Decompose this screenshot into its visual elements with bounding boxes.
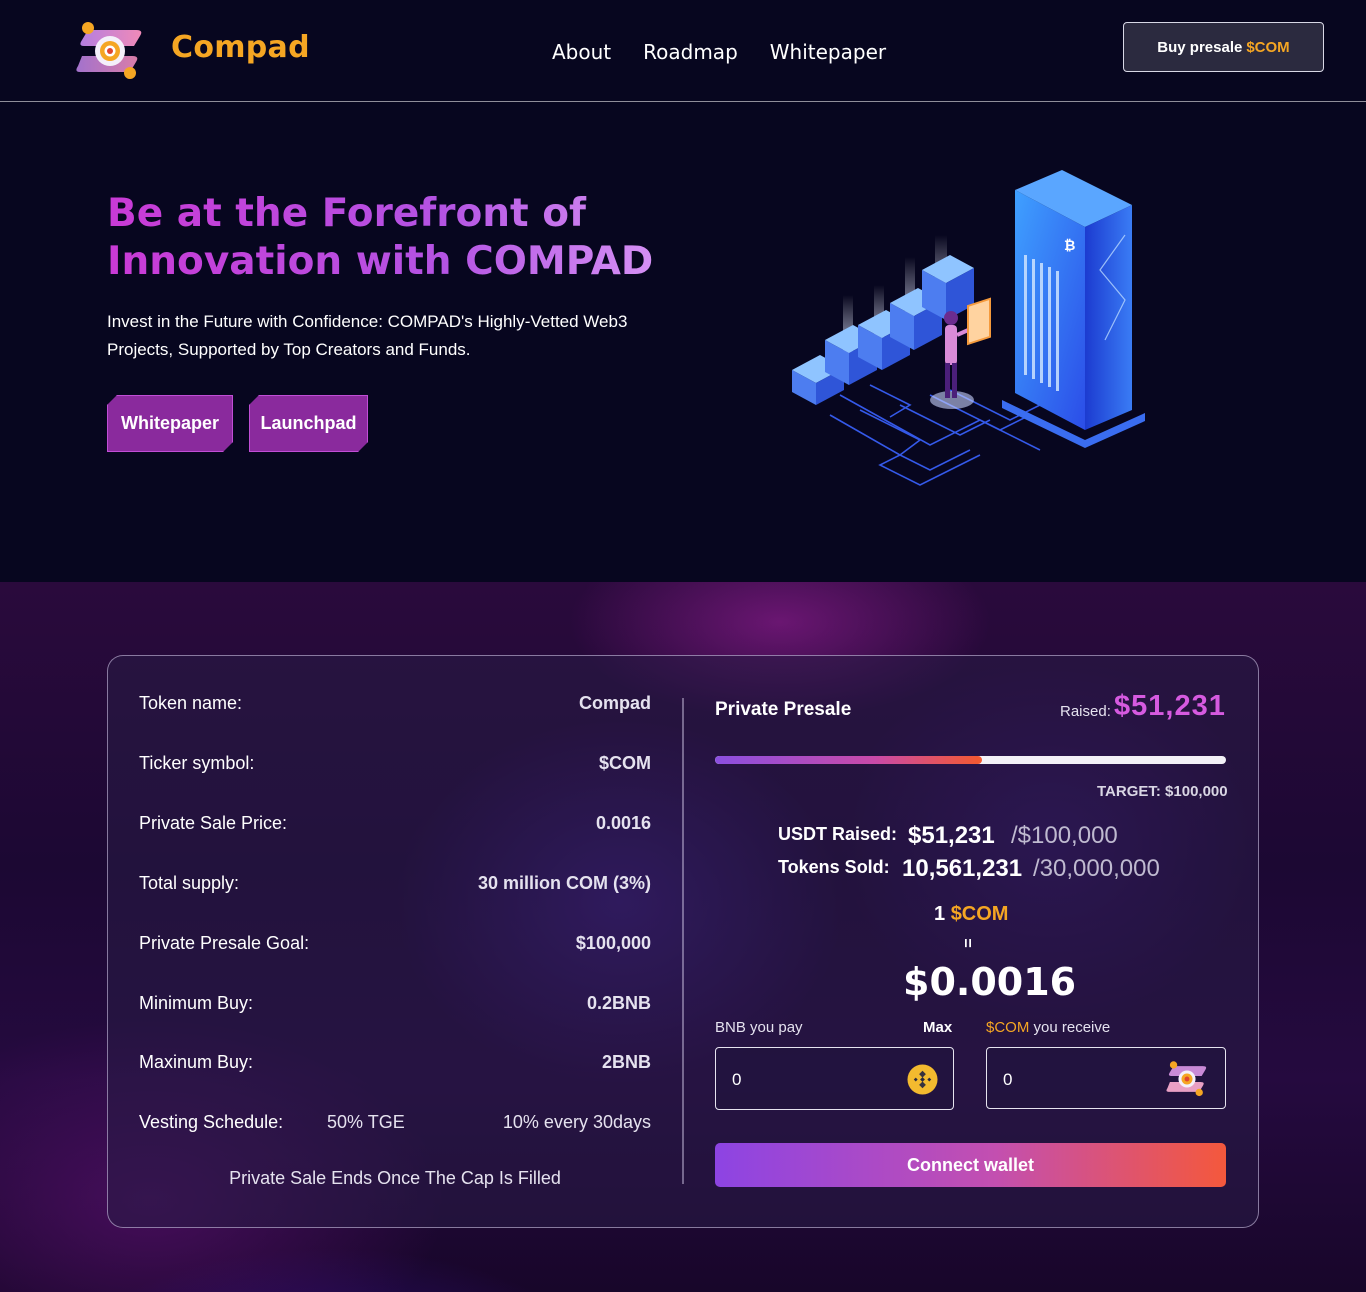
pay-label: BNB you pay: [715, 1019, 803, 1036]
rate-unit: 1 $COM: [934, 903, 1008, 926]
compad-token-icon: [1166, 1061, 1207, 1097]
buy-presale-button[interactable]: Buy presale $COM: [1123, 22, 1324, 72]
connect-wallet-button[interactable]: Connect wallet: [715, 1143, 1226, 1187]
raised-label: Raised:: [1060, 703, 1111, 720]
hero-subtitle: Invest in the Future with Confidence: CO…: [107, 312, 628, 359]
total-supply-value: 30 million COM (3%): [477, 872, 651, 893]
ticker-symbol-value: $COM: [598, 752, 651, 773]
private-sale-price-value: 0.0016: [595, 812, 651, 833]
server-illustration: ₿: [792, 170, 1145, 486]
raised-amount: $51,231: [1114, 690, 1226, 722]
whitepaper-button[interactable]: Whitepaper: [107, 395, 233, 452]
bnb-icon: [907, 1064, 938, 1095]
ticker-symbol-label: Ticker symbol:: [139, 752, 255, 773]
maximum-buy-value: 2BNB: [601, 1051, 651, 1072]
nav-link-whitepaper[interactable]: Whitepaper: [770, 40, 886, 64]
card-divider: [682, 698, 684, 1184]
compad-logo-icon[interactable]: [74, 22, 146, 80]
presale-goal-value: $100,000: [575, 932, 651, 953]
svg-text:₿: ₿: [1064, 238, 1075, 254]
target-amount: TARGET: $100,000: [1097, 783, 1228, 800]
vesting-schedule-label: Vesting Schedule:: [139, 1111, 284, 1132]
private-sale-price-row: Private Sale Price: 0.0016: [139, 808, 651, 838]
presale-progress-bar: [715, 756, 1226, 764]
bnb-pay-field: [715, 1047, 954, 1110]
tokens-sold-value: 10,561,231: [902, 855, 1023, 882]
nav-links: About Roadmap Whitepaper: [552, 40, 886, 64]
presale-progress-fill: [715, 756, 983, 764]
usdt-target-value: /$100,000: [1011, 822, 1118, 849]
ticker-symbol-row: Ticker symbol: $COM: [139, 748, 651, 778]
minimum-buy-row: Minimum Buy: 0.2BNB: [139, 988, 651, 1018]
vesting-tge-value: 50% TGE: [327, 1111, 405, 1132]
com-receive-input[interactable]: [1003, 1068, 1143, 1092]
rate-prefix: 1: [934, 903, 946, 925]
token-name-value: Compad: [579, 692, 651, 713]
top-navbar: Compad About Roadmap Whitepaper Buy pres…: [0, 0, 1366, 102]
buy-presale-label: Buy presale: [1157, 38, 1243, 56]
buy-presale-ticker: $COM: [1246, 38, 1290, 56]
private-sale-price-label: Private Sale Price:: [139, 812, 288, 833]
rate-ticker: $COM: [950, 903, 1009, 925]
rate-equals: =: [958, 938, 976, 948]
brand-name[interactable]: Compad: [171, 30, 310, 65]
minimum-buy-label: Minimum Buy:: [139, 992, 254, 1013]
minimum-buy-value: 0.2BNB: [586, 992, 651, 1013]
hero-title: Be at the Forefront of Innovation with C…: [107, 190, 667, 286]
presale-goal-row: Private Presale Goal: $100,000: [139, 928, 651, 958]
sale-ends-note: Private Sale Ends Once The Cap Is Filled: [229, 1168, 561, 1188]
presale-goal-label: Private Presale Goal:: [139, 932, 310, 953]
com-receive-field: [986, 1047, 1226, 1109]
usdt-raised-line: USDT Raised:: [778, 824, 897, 845]
total-supply-row: Total supply: 30 million COM (3%): [139, 868, 651, 898]
presale-title: Private Presale: [715, 699, 852, 720]
tokens-sold-line: Tokens Sold:: [778, 857, 890, 878]
usdt-raised-value: $51,231: [908, 822, 995, 849]
token-name-row: Token name: Compad: [139, 688, 651, 718]
maximum-buy-label: Maxinum Buy:: [139, 1051, 254, 1072]
vesting-schedule-value: 10% every 30days: [502, 1111, 651, 1132]
maximum-buy-row: Maxinum Buy: 2BNB: [139, 1047, 651, 1077]
nav-link-roadmap[interactable]: Roadmap: [643, 40, 738, 64]
bnb-pay-input[interactable]: [732, 1068, 872, 1092]
total-supply-label: Total supply:: [139, 872, 240, 893]
max-button[interactable]: Max: [923, 1019, 952, 1036]
nav-link-about[interactable]: About: [552, 40, 611, 64]
tokens-sold-label: Tokens Sold:: [778, 857, 890, 877]
token-price: $0.0016: [903, 960, 1077, 1004]
usdt-raised-label: USDT Raised:: [778, 824, 898, 844]
receive-ticker: $COM: [986, 1019, 1030, 1036]
launchpad-button[interactable]: Launchpad: [249, 395, 368, 452]
token-name-label: Token name:: [139, 692, 243, 713]
receive-text: you receive: [1033, 1019, 1111, 1036]
tokens-total-value: /30,000,000: [1033, 855, 1160, 882]
vesting-schedule-row: Vesting Schedule: 50% TGE 10% every 30da…: [139, 1107, 651, 1137]
receive-label: $COM you receive: [986, 1019, 1110, 1036]
